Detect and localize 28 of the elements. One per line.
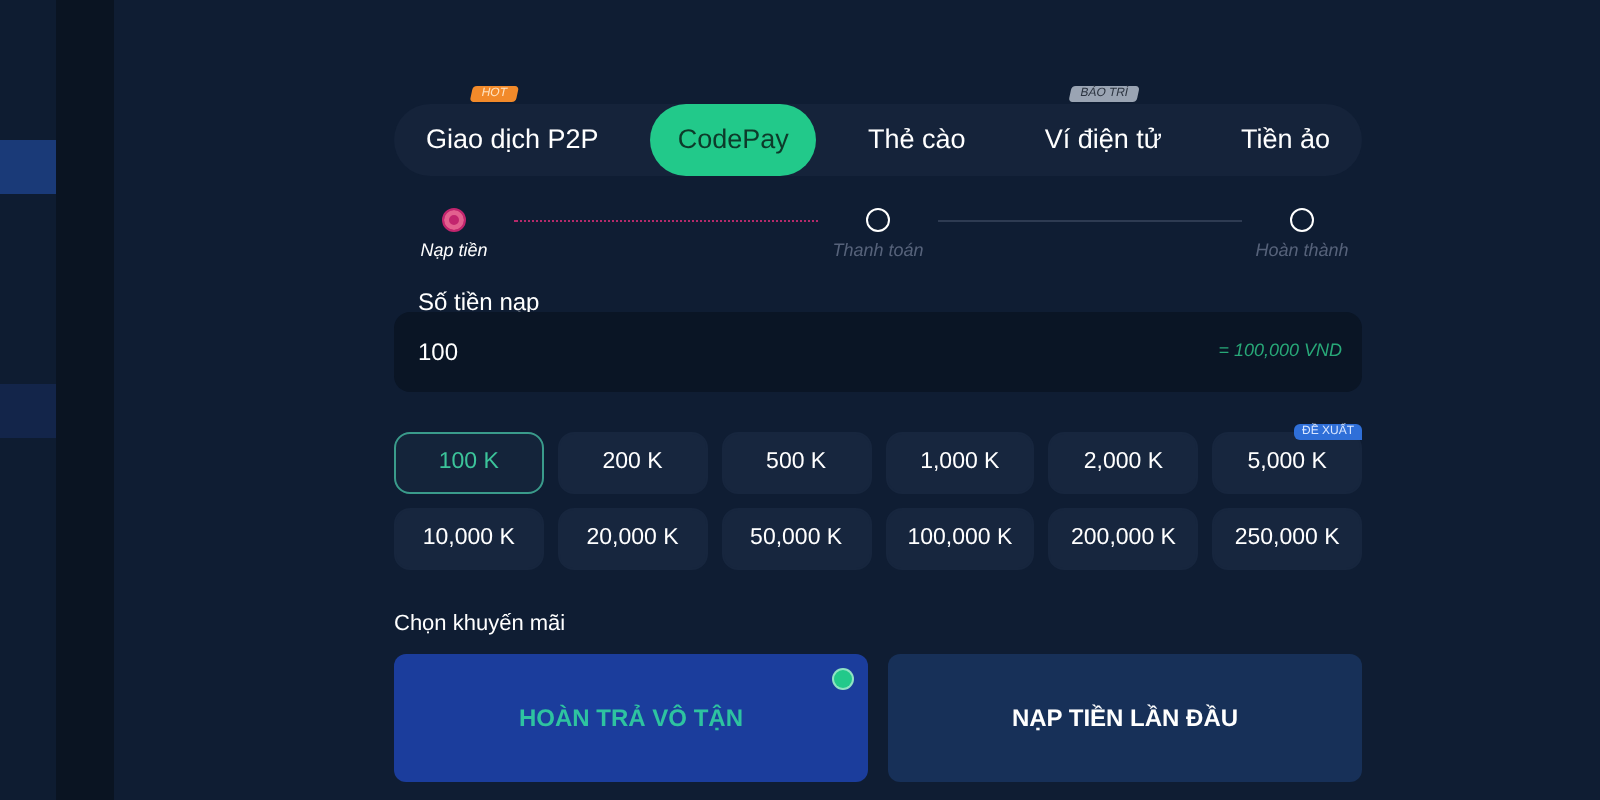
amount-option[interactable]: 10,000 K	[394, 508, 544, 570]
promotion-option[interactable]: HOÀN TRẢ VÔ TẬN	[394, 654, 868, 782]
amount-option[interactable]: 50,000 K	[721, 508, 871, 570]
amount-option[interactable]: 500 K	[721, 432, 871, 494]
step-label: Hoàn thành	[1255, 238, 1349, 264]
promotion-option[interactable]: NẠP TIỀN LẦN ĐẦU	[888, 654, 1362, 782]
step-label: Thanh toán	[832, 238, 924, 264]
amount-option[interactable]: 1,000 K	[885, 432, 1035, 494]
sidebar-item[interactable]	[0, 140, 56, 194]
amount-option[interactable]: 200,000 K	[1048, 508, 1199, 570]
amount-option[interactable]: 2,000 K	[1048, 432, 1199, 494]
selected-dot	[834, 670, 852, 688]
amount-option[interactable]: 5,000 K	[1212, 432, 1362, 494]
tab[interactable]: CodePay	[649, 104, 817, 176]
amount-option[interactable]: 250,000 K	[1212, 508, 1362, 570]
amount-option[interactable]: 100,000 K	[885, 508, 1035, 570]
step-label: Nạp tiền	[420, 238, 488, 264]
sidebar-item[interactable]	[0, 384, 56, 438]
amount-option[interactable]: 20,000 K	[557, 508, 708, 570]
amount-option[interactable]: 200 K	[557, 432, 708, 494]
tab[interactable]: Tiền ảo	[1212, 104, 1358, 176]
amount-option[interactable]: 100 K	[394, 432, 544, 494]
tab[interactable]: Thẻ cào	[839, 104, 994, 176]
field-label: Số tiền nạp	[418, 288, 542, 316]
section-label: Chọn khuyến mãi	[394, 610, 568, 638]
tab[interactable]: Ví điện tử	[1016, 104, 1190, 176]
tab[interactable]: Giao dịch P2P	[398, 104, 627, 176]
conversion-text: = 100,000 VND	[1218, 338, 1342, 364]
